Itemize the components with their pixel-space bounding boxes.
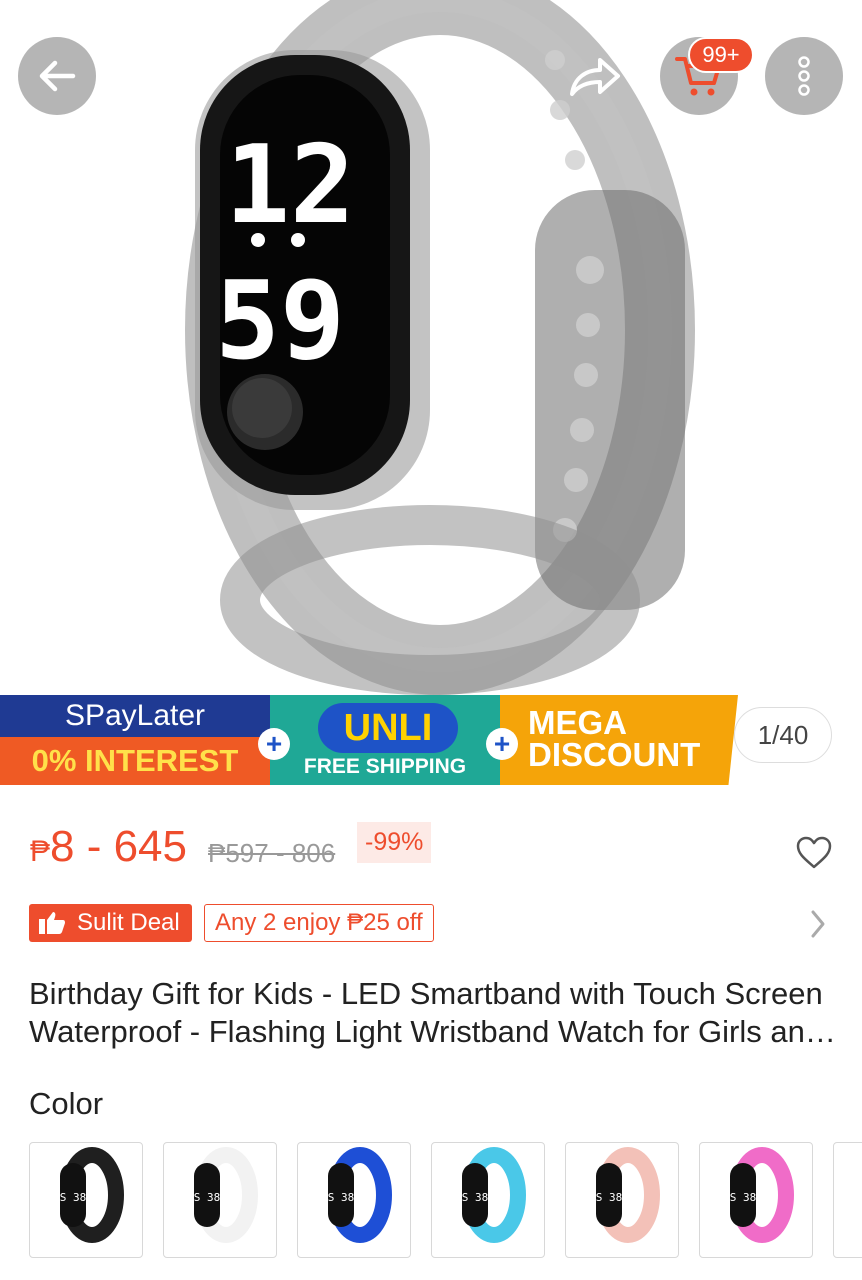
thumbnail-screen-text: S 38 (328, 1191, 355, 1204)
watch-thumbnail: S 38 (60, 1147, 124, 1243)
variant-label: Color (29, 1086, 104, 1121)
price-value: 8 - 645 (50, 822, 187, 871)
product-image-carousel[interactable]: 12 59 (0, 0, 862, 695)
watch-thumbnail: S 38 (596, 1147, 660, 1243)
color-swatch[interactable]: S 38 (297, 1142, 411, 1258)
promo-banner[interactable]: SPayLater 0% INTEREST UNLI FREE SHIPPING… (0, 695, 862, 785)
sulit-deal-badge[interactable]: Sulit Deal (29, 904, 192, 942)
original-price: ₱597 - 806 (208, 838, 336, 868)
color-variant-list: S 38 S 38 S 38 S 38 S 38 S 38 (29, 1142, 862, 1258)
free-shipping-promo: UNLI FREE SHIPPING (270, 695, 500, 785)
paylater-promo: SPayLater 0% INTEREST (0, 695, 270, 785)
paylater-interest: 0% INTEREST (0, 737, 270, 785)
deals-chevron[interactable] (808, 908, 828, 945)
watch-time-minutes: 59 (215, 259, 345, 384)
watch-time-hours: 12 (225, 123, 355, 248)
discount-badge: -99% (357, 822, 432, 863)
mega-label: MEGA (528, 704, 627, 741)
more-vertical-icon (798, 56, 810, 96)
deal-label: Sulit Deal (77, 909, 180, 936)
discount-label: DISCOUNT (528, 736, 701, 773)
chevron-right-icon (811, 910, 825, 938)
thumbs-up-icon (39, 912, 65, 934)
plus-icon: + (486, 728, 518, 760)
thumbnail-screen-text: S 38 (194, 1191, 221, 1204)
color-swatch[interactable]: S 38 (431, 1142, 545, 1258)
thumbnail-screen-text: S 38 (730, 1191, 757, 1204)
color-swatch[interactable]: S 38 (29, 1142, 143, 1258)
color-swatch-partial[interactable] (833, 1142, 862, 1258)
currency-symbol: ₱ (30, 835, 51, 868)
voucher-tag[interactable]: Any 2 enjoy ₱25 off (204, 904, 434, 942)
arrow-left-icon (39, 60, 76, 92)
like-button[interactable] (795, 835, 833, 876)
watch-thumbnail: S 38 (462, 1147, 526, 1243)
share-icon (570, 58, 620, 96)
thumbnail-screen-text: S 38 (60, 1191, 87, 1204)
color-swatch[interactable]: S 38 (565, 1142, 679, 1258)
heart-icon (796, 836, 832, 869)
watch-thumbnail: S 38 (730, 1147, 794, 1243)
watch-thumbnail: S 38 (194, 1147, 258, 1243)
image-counter: 1/40 (734, 707, 832, 763)
product-title: Birthday Gift for Kids - LED Smartband w… (29, 976, 823, 1049)
unli-label: UNLI (318, 703, 458, 753)
color-swatch[interactable]: S 38 (163, 1142, 277, 1258)
cart-count-badge: 99+ (688, 37, 754, 73)
share-button[interactable] (555, 37, 633, 115)
product-image: 12 59 (185, 0, 695, 695)
price-range: ₱8 - 645 (30, 822, 187, 872)
thumbnail-screen-text: S 38 (596, 1191, 623, 1204)
back-button[interactable] (18, 37, 96, 115)
mega-discount-promo: MEGA DISCOUNT (500, 695, 738, 785)
paylater-title: SPayLater (0, 695, 270, 737)
plus-icon: + (258, 728, 290, 760)
more-options-button[interactable] (765, 37, 843, 115)
color-swatch[interactable]: S 38 (699, 1142, 813, 1258)
free-shipping-label: FREE SHIPPING (303, 755, 467, 778)
watch-thumbnail: S 38 (328, 1147, 392, 1243)
thumbnail-screen-text: S 38 (462, 1191, 489, 1204)
